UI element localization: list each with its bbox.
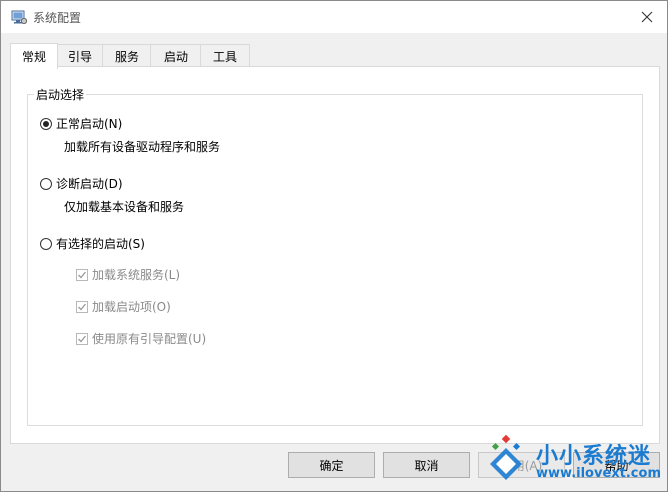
watermark-url: www.ilovext.com — [536, 466, 661, 481]
load-startup-items-label: 加载启动项(O) — [92, 300, 171, 314]
load-startup-items-checkbox[interactable]: 加载启动项(O) — [76, 298, 171, 315]
radio-unselected-icon — [40, 237, 52, 250]
close-icon — [641, 11, 653, 23]
system-config-window: 系统配置 常规 引导 服务 启动 工具 启动选择 正常启动(N) 加载所有设备驱… — [0, 0, 668, 492]
title-bar[interactable]: 系统配置 — [1, 1, 667, 33]
radio-selected-icon — [40, 117, 52, 130]
system-config-app-icon — [11, 10, 27, 25]
use-original-boot-config-checkbox[interactable]: 使用原有引导配置(U) — [76, 330, 206, 347]
startup-selection-group: 启动选择 正常启动(N) 加载所有设备驱动程序和服务 诊断启动(D) 仅加载基本… — [27, 86, 643, 426]
diagnostic-startup-radio[interactable]: 诊断启动(D) — [40, 175, 123, 192]
tab-services[interactable]: 服务 — [102, 44, 152, 67]
checkbox-checked-icon — [76, 332, 88, 345]
checkbox-checked-icon — [76, 268, 88, 281]
load-system-services-label: 加载系统服务(L) — [92, 268, 181, 282]
diagnostic-startup-description: 仅加载基本设备和服务 — [64, 200, 185, 214]
general-tab-panel: 启动选择 正常启动(N) 加载所有设备驱动程序和服务 诊断启动(D) 仅加载基本… — [10, 66, 660, 444]
tab-startup[interactable]: 启动 — [150, 44, 202, 67]
cancel-button[interactable]: 取消 — [383, 452, 470, 478]
ok-button[interactable]: 确定 — [288, 452, 375, 478]
close-button[interactable] — [633, 5, 661, 29]
radio-unselected-icon — [40, 177, 52, 190]
tab-boot[interactable]: 引导 — [56, 44, 104, 67]
window-title: 系统配置 — [33, 11, 82, 25]
watermark-logo-icon — [490, 434, 522, 480]
normal-startup-radio[interactable]: 正常启动(N) — [40, 115, 122, 132]
watermark: 小小系统迷 www.ilovext.com — [478, 434, 664, 490]
normal-startup-description: 加载所有设备驱动程序和服务 — [64, 140, 221, 154]
diagnostic-startup-label: 诊断启动(D) — [56, 177, 123, 191]
startup-selection-legend: 启动选择 — [34, 86, 87, 103]
tab-tools[interactable]: 工具 — [200, 44, 250, 67]
load-system-services-checkbox[interactable]: 加载系统服务(L) — [76, 266, 180, 283]
selective-startup-radio[interactable]: 有选择的启动(S) — [40, 235, 145, 252]
tab-general[interactable]: 常规 — [10, 43, 58, 69]
selective-startup-label: 有选择的启动(S) — [56, 237, 145, 251]
checkbox-checked-icon — [76, 300, 88, 313]
use-original-boot-config-label: 使用原有引导配置(U) — [92, 332, 207, 346]
normal-startup-label: 正常启动(N) — [56, 117, 123, 131]
